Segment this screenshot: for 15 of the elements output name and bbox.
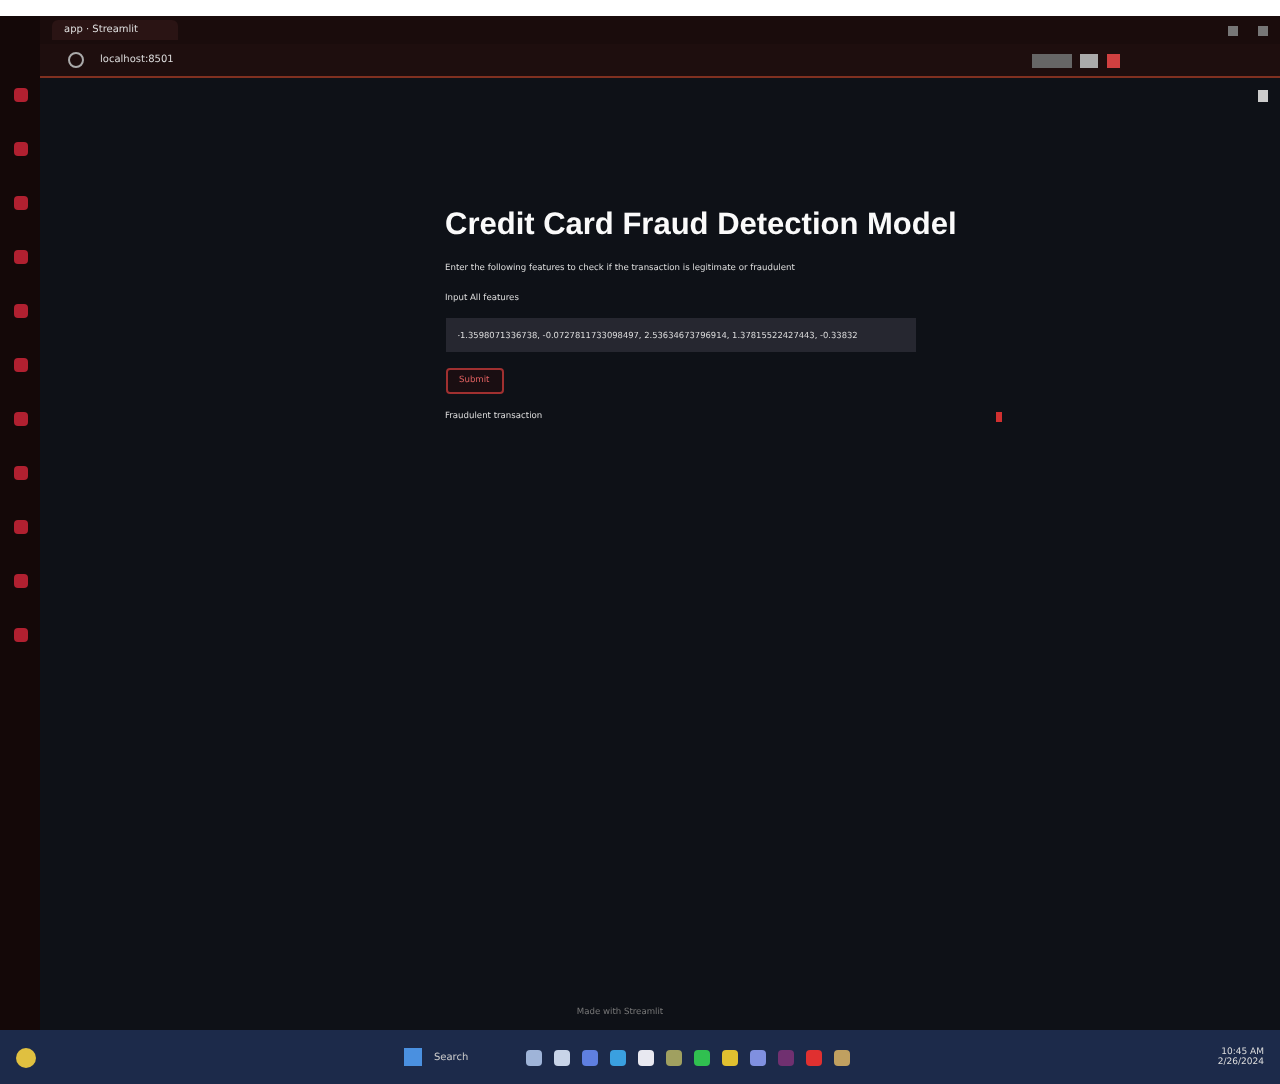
- sidebar-icon[interactable]: [13, 142, 27, 156]
- page-title: Credit Card Fraud Detection Model: [445, 208, 957, 244]
- sidebar-icon[interactable]: [13, 88, 27, 102]
- sidebar-icon[interactable]: [13, 574, 27, 588]
- sidebar-icon[interactable]: [13, 304, 27, 318]
- sidebar-icon[interactable]: [13, 466, 27, 480]
- sidebar-icon[interactable]: [13, 250, 27, 264]
- sidebar-icon[interactable]: [13, 628, 27, 642]
- sidebar-icon[interactable]: [13, 520, 27, 534]
- weather-icon[interactable]: [16, 1047, 36, 1067]
- reload-icon[interactable]: [68, 52, 84, 68]
- sidebar-icon[interactable]: [13, 196, 27, 210]
- sidebar-icon[interactable]: [13, 412, 27, 426]
- sidebar-icon[interactable]: [13, 358, 27, 372]
- start-icon[interactable]: [403, 1048, 422, 1066]
